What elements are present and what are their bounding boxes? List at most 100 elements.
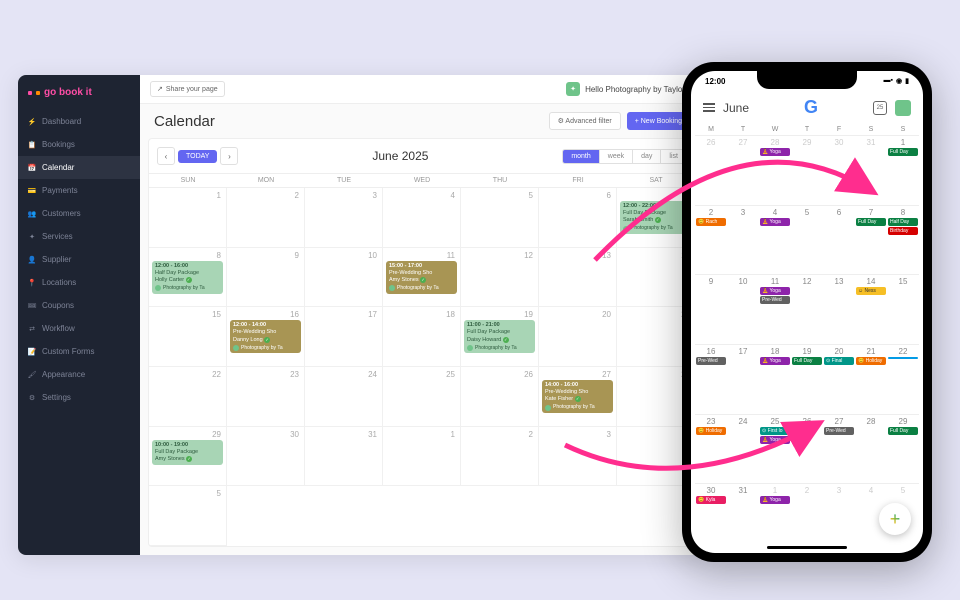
calendar-event[interactable]: 11:00 - 21:00 Full Day Package Daisy How… (464, 320, 535, 353)
sidebar-item-settings[interactable]: ⚙Settings (18, 386, 140, 409)
gcal-day-cell[interactable]: 4🧘 Yoga (759, 205, 791, 275)
gcal-event-chip[interactable]: 🧘 Yoga (760, 436, 790, 444)
gcal-day-cell[interactable]: 8Half DayBirthday (887, 205, 919, 275)
calendar-day-cell[interactable]: 9 (227, 248, 305, 308)
gcal-event-chip[interactable]: Pre-Wed (824, 427, 854, 435)
gcal-day-cell[interactable]: 11🧘 YogaPre-Wed (759, 274, 791, 344)
calendar-day-cell[interactable]: 4 (383, 188, 461, 248)
new-booking-button[interactable]: + New Booking (627, 112, 690, 130)
add-event-fab[interactable]: + (879, 503, 911, 535)
calendar-day-cell[interactable]: 27 14:00 - 16:00 Pre-Wedding Sho Kate Fi… (539, 367, 617, 427)
gcal-event-chip[interactable]: 😊 Holiday (696, 427, 726, 435)
calendar-day-cell[interactable]: 8 12:00 - 16:00 Half Day Package Holly C… (149, 248, 227, 308)
gcal-day-cell[interactable]: 26 (791, 414, 823, 484)
gcal-day-cell[interactable]: 21😊 Holiday (855, 344, 887, 414)
sidebar-item-custom-forms[interactable]: 📝Custom Forms (18, 340, 140, 363)
gcal-day-cell[interactable]: 7Full Day (855, 205, 887, 275)
gcal-avatar[interactable] (895, 100, 911, 116)
sidebar-item-calendar[interactable]: 📅Calendar (18, 156, 140, 179)
gcal-day-cell[interactable]: 14☺ Ness (855, 274, 887, 344)
sidebar-item-bookings[interactable]: 📋Bookings (18, 133, 140, 156)
calendar-day-cell[interactable]: 25 (383, 367, 461, 427)
gcal-event-chip[interactable] (888, 357, 918, 359)
calendar-day-cell[interactable]: 11 15:00 - 17:00 Pre-Wedding Sho Amy Sto… (383, 248, 461, 308)
gcal-day-cell[interactable]: 9 (695, 274, 727, 344)
gcal-event-chip[interactable]: 🧘 Yoga (760, 148, 790, 156)
calendar-day-cell[interactable]: 5 (149, 486, 227, 546)
gcal-day-cell[interactable]: 24 (727, 414, 759, 484)
gcal-day-cell[interactable]: 30😊 Kyla (695, 483, 727, 553)
gcal-day-cell[interactable]: 13 (823, 274, 855, 344)
calendar-day-cell[interactable]: 23 (227, 367, 305, 427)
calendar-day-cell[interactable]: 26 (461, 367, 539, 427)
calendar-day-cell[interactable]: 12 (461, 248, 539, 308)
today-jump-button[interactable]: 25 (873, 101, 887, 115)
gcal-event-chip[interactable]: ☺ Ness (856, 287, 886, 295)
gcal-day-cell[interactable]: 28 (855, 414, 887, 484)
gcal-day-cell[interactable]: 16Pre-Wed (695, 344, 727, 414)
gcal-day-cell[interactable]: 19Full Day (791, 344, 823, 414)
gcal-event-chip[interactable]: 🧘 Yoga (760, 218, 790, 226)
calendar-day-cell[interactable]: 29 10:00 - 19:00 Full Day Package Amy St… (149, 427, 227, 487)
calendar-day-cell[interactable]: 20 (539, 307, 617, 367)
gcal-event-chip[interactable]: Full Day (888, 148, 918, 156)
calendar-day-cell[interactable]: 6 (539, 188, 617, 248)
sidebar-item-payments[interactable]: 💳Payments (18, 179, 140, 202)
today-button[interactable]: TODAY (178, 150, 217, 163)
calendar-day-cell[interactable]: 3 (305, 188, 383, 248)
calendar-event[interactable]: 12:00 - 16:00 Half Day Package Holly Car… (152, 261, 223, 294)
gcal-day-cell[interactable]: 2😊 Rach (695, 205, 727, 275)
gcal-day-cell[interactable]: 28🧘 Yoga (759, 135, 791, 205)
gcal-event-chip[interactable]: Half Day (888, 218, 918, 226)
account-menu[interactable]: ✦ Hello Photography by Taylor ▾ (566, 82, 694, 96)
gcal-day-cell[interactable]: 27Pre-Wed (823, 414, 855, 484)
gcal-day-cell[interactable]: 6 (823, 205, 855, 275)
calendar-day-cell[interactable]: 17 (305, 307, 383, 367)
gcal-day-cell[interactable]: 31 (727, 483, 759, 553)
view-month-button[interactable]: month (563, 150, 599, 163)
gcal-day-cell[interactable]: 3 (727, 205, 759, 275)
gcal-day-cell[interactable]: 29 (791, 135, 823, 205)
gcal-event-chip[interactable]: Pre-Wed (760, 296, 790, 304)
gcal-event-chip[interactable]: ⊙ First lo (760, 427, 790, 435)
gcal-event-chip[interactable]: Full Day (856, 218, 886, 226)
gcal-day-cell[interactable]: 23😊 Holiday (695, 414, 727, 484)
gcal-day-cell[interactable]: 29Full Day (887, 414, 919, 484)
calendar-day-cell[interactable]: 24 (305, 367, 383, 427)
gcal-day-cell[interactable]: 30 (823, 135, 855, 205)
gcal-day-cell[interactable]: 18🧘 Yoga (759, 344, 791, 414)
gcal-day-cell[interactable]: 22 (887, 344, 919, 414)
calendar-day-cell[interactable]: 19 11:00 - 21:00 Full Day Package Daisy … (461, 307, 539, 367)
calendar-day-cell[interactable]: 2 (227, 188, 305, 248)
gcal-event-chip[interactable]: Full Day (888, 427, 918, 435)
advanced-filter-button[interactable]: ⚙ Advanced filter (549, 112, 621, 130)
sidebar-item-services[interactable]: ✦Services (18, 225, 140, 248)
gcal-event-chip[interactable]: 🧘 Yoga (760, 357, 790, 365)
gcal-event-chip[interactable]: 😊 Holiday (856, 357, 886, 365)
gcal-day-cell[interactable]: 5 (791, 205, 823, 275)
calendar-day-cell[interactable]: 2 (461, 427, 539, 487)
gcal-day-cell[interactable]: 17 (727, 344, 759, 414)
calendar-day-cell[interactable]: 18 (383, 307, 461, 367)
gcal-day-cell[interactable]: 3 (823, 483, 855, 553)
calendar-event[interactable]: 10:00 - 19:00 Full Day Package Amy Stone… (152, 440, 223, 465)
calendar-day-cell[interactable]: 31 (305, 427, 383, 487)
calendar-day-cell[interactable]: 1 (149, 188, 227, 248)
calendar-event[interactable]: 15:00 - 17:00 Pre-Wedding Sho Amy Stones… (386, 261, 457, 294)
gcal-event-chip[interactable]: Birthday (888, 227, 918, 235)
gcal-day-cell[interactable]: 27 (727, 135, 759, 205)
gcal-event-chip[interactable]: Pre-Wed (696, 357, 726, 365)
sidebar-item-customers[interactable]: 👥Customers (18, 202, 140, 225)
gcal-month-label[interactable]: June (723, 101, 749, 115)
gcal-day-cell[interactable]: 2 (791, 483, 823, 553)
sidebar-item-supplier[interactable]: 👤Supplier (18, 248, 140, 271)
next-button[interactable]: › (220, 147, 238, 165)
gcal-event-chip[interactable]: ⊙ Final (824, 357, 854, 365)
gcal-event-chip[interactable]: 🧘 Yoga (760, 496, 790, 504)
home-indicator[interactable] (767, 546, 847, 549)
gcal-day-cell[interactable]: 31 (855, 135, 887, 205)
calendar-day-cell[interactable]: 5 (461, 188, 539, 248)
gcal-day-cell[interactable]: 20⊙ Final (823, 344, 855, 414)
calendar-day-cell[interactable]: 3 (539, 427, 617, 487)
gcal-day-cell[interactable]: 26 (695, 135, 727, 205)
